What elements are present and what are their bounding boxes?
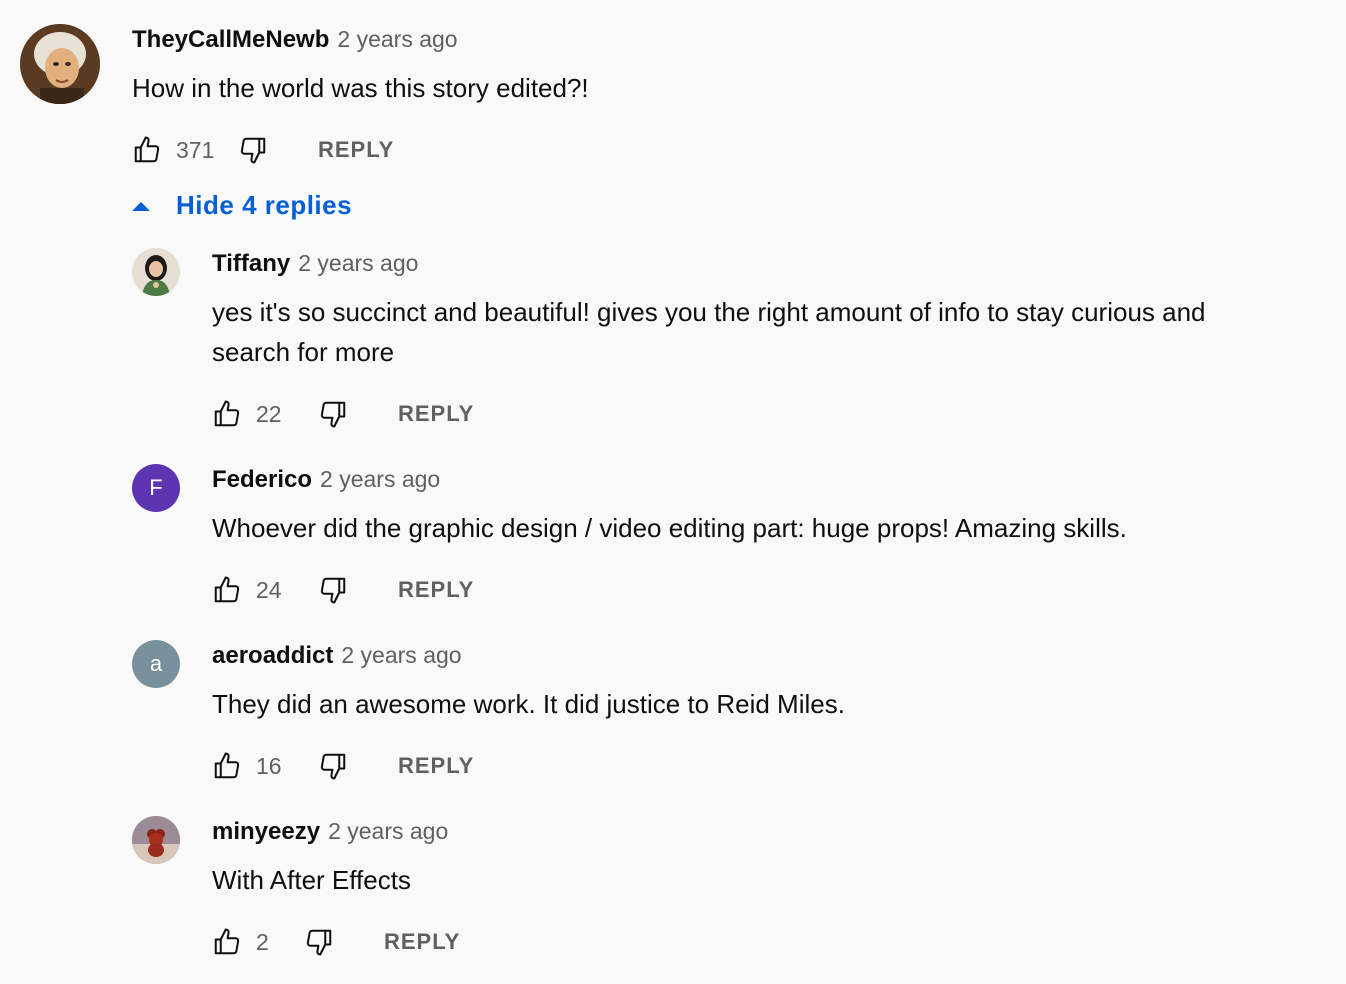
reply-text: With After Effects	[212, 865, 411, 895]
like-count: 16	[256, 752, 282, 779]
avatar[interactable]: F	[132, 464, 180, 512]
caret-up-icon	[132, 201, 150, 211]
thumbs-up-icon	[214, 400, 240, 427]
reply-timestamp[interactable]: 2 years ago	[341, 642, 461, 669]
thumbs-down-icon	[320, 401, 346, 428]
comment-text: How in the world was this story edited?!	[132, 73, 589, 103]
reply-text: They did an awesome work. It did justice…	[212, 689, 845, 719]
reply-actions: 16 REPLY	[210, 748, 474, 784]
reply-timestamp[interactable]: 2 years ago	[328, 818, 448, 845]
reply-button[interactable]: REPLY	[398, 401, 474, 427]
reply-author[interactable]: Tiffany	[212, 250, 290, 278]
user-photo-avatar-image	[132, 248, 180, 296]
comment-timestamp[interactable]: 2 years ago	[337, 26, 457, 53]
teddy-bear-avatar-image	[132, 816, 180, 864]
thumbs-up-icon	[134, 136, 160, 163]
avatar-letter: a	[149, 651, 163, 676]
hide-replies-label: Hide 4 replies	[176, 190, 353, 220]
thumbs-down-icon	[320, 753, 346, 780]
dislike-button[interactable]	[316, 573, 350, 607]
reply-button[interactable]: REPLY	[398, 753, 474, 779]
comments-section: TheyCallMeNewb 2 years ago How in the wo…	[0, 0, 1346, 984]
reply-button[interactable]: REPLY	[318, 137, 394, 163]
reply-text: yes it's so succinct and beautiful! give…	[212, 292, 1206, 372]
reply-actions: 24 REPLY	[210, 572, 474, 608]
dislike-button[interactable]	[316, 397, 350, 431]
reply-author[interactable]: minyeezy	[212, 818, 320, 846]
reply-timestamp[interactable]: 2 years ago	[320, 466, 440, 493]
like-count: 24	[256, 576, 282, 603]
comment-header: TheyCallMeNewb 2 years ago	[132, 26, 458, 54]
hide-replies-button[interactable]: Hide 4 replies	[130, 190, 352, 221]
comment-actions: 371 REPLY	[130, 132, 394, 168]
reply-header: Federico 2 years ago	[212, 466, 440, 494]
avatar-letter: F	[149, 475, 163, 500]
thumbs-down-icon	[320, 577, 346, 604]
like-button[interactable]	[130, 133, 164, 167]
reply-header: aeroaddict 2 years ago	[212, 642, 462, 670]
like-count: 2	[256, 928, 269, 955]
avatar[interactable]: a	[132, 640, 180, 688]
portrait-avatar-image	[20, 24, 100, 104]
reply-header: Tiffany 2 years ago	[212, 250, 418, 278]
like-button[interactable]	[210, 397, 244, 431]
thumbs-down-icon	[306, 929, 332, 956]
like-button[interactable]	[210, 573, 244, 607]
avatar[interactable]	[20, 24, 100, 104]
like-count: 22	[256, 400, 282, 427]
thumbs-up-icon	[214, 928, 240, 955]
reply-text-line: yes it's so succinct and beautiful! give…	[212, 297, 1206, 327]
reply-author[interactable]: aeroaddict	[212, 642, 333, 670]
reply-header: minyeezy 2 years ago	[212, 818, 448, 846]
comment-author[interactable]: TheyCallMeNewb	[132, 26, 329, 54]
dislike-button[interactable]	[236, 133, 270, 167]
like-button[interactable]	[210, 925, 244, 959]
thumbs-up-icon	[214, 752, 240, 779]
reply-actions: 22 REPLY	[210, 396, 474, 432]
like-button[interactable]	[210, 749, 244, 783]
avatar[interactable]	[132, 248, 180, 296]
reply-actions: 2 REPLY	[210, 924, 460, 960]
dislike-button[interactable]	[302, 925, 336, 959]
reply-button[interactable]: REPLY	[398, 577, 474, 603]
like-count: 371	[176, 136, 215, 163]
reply-button[interactable]: REPLY	[384, 929, 460, 955]
dislike-button[interactable]	[316, 749, 350, 783]
reply-text-line: search for more	[212, 337, 395, 367]
avatar[interactable]	[132, 816, 180, 864]
reply-timestamp[interactable]: 2 years ago	[298, 250, 418, 277]
thumbs-down-icon	[240, 137, 266, 164]
reply-author[interactable]: Federico	[212, 466, 312, 494]
thumbs-up-icon	[214, 576, 240, 603]
reply-text: Whoever did the graphic design / video e…	[212, 513, 1127, 543]
